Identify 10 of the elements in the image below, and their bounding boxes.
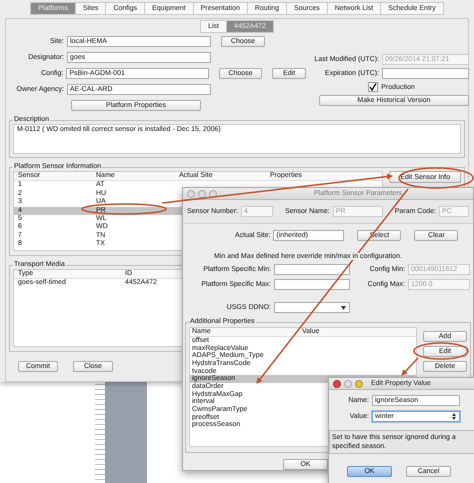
checkbox[interactable]	[368, 82, 378, 92]
window-controls-icon[interactable]	[187, 190, 217, 198]
highlight-ellipse	[413, 342, 469, 360]
text-field[interactable]	[274, 264, 350, 275]
text-field[interactable]	[382, 68, 469, 79]
window-controls-icon[interactable]	[333, 380, 363, 388]
caret-icon	[341, 306, 346, 310]
dropdown[interactable]	[274, 302, 350, 313]
text-field[interactable]	[274, 278, 350, 290]
up-down-arrows-icon	[452, 413, 456, 420]
